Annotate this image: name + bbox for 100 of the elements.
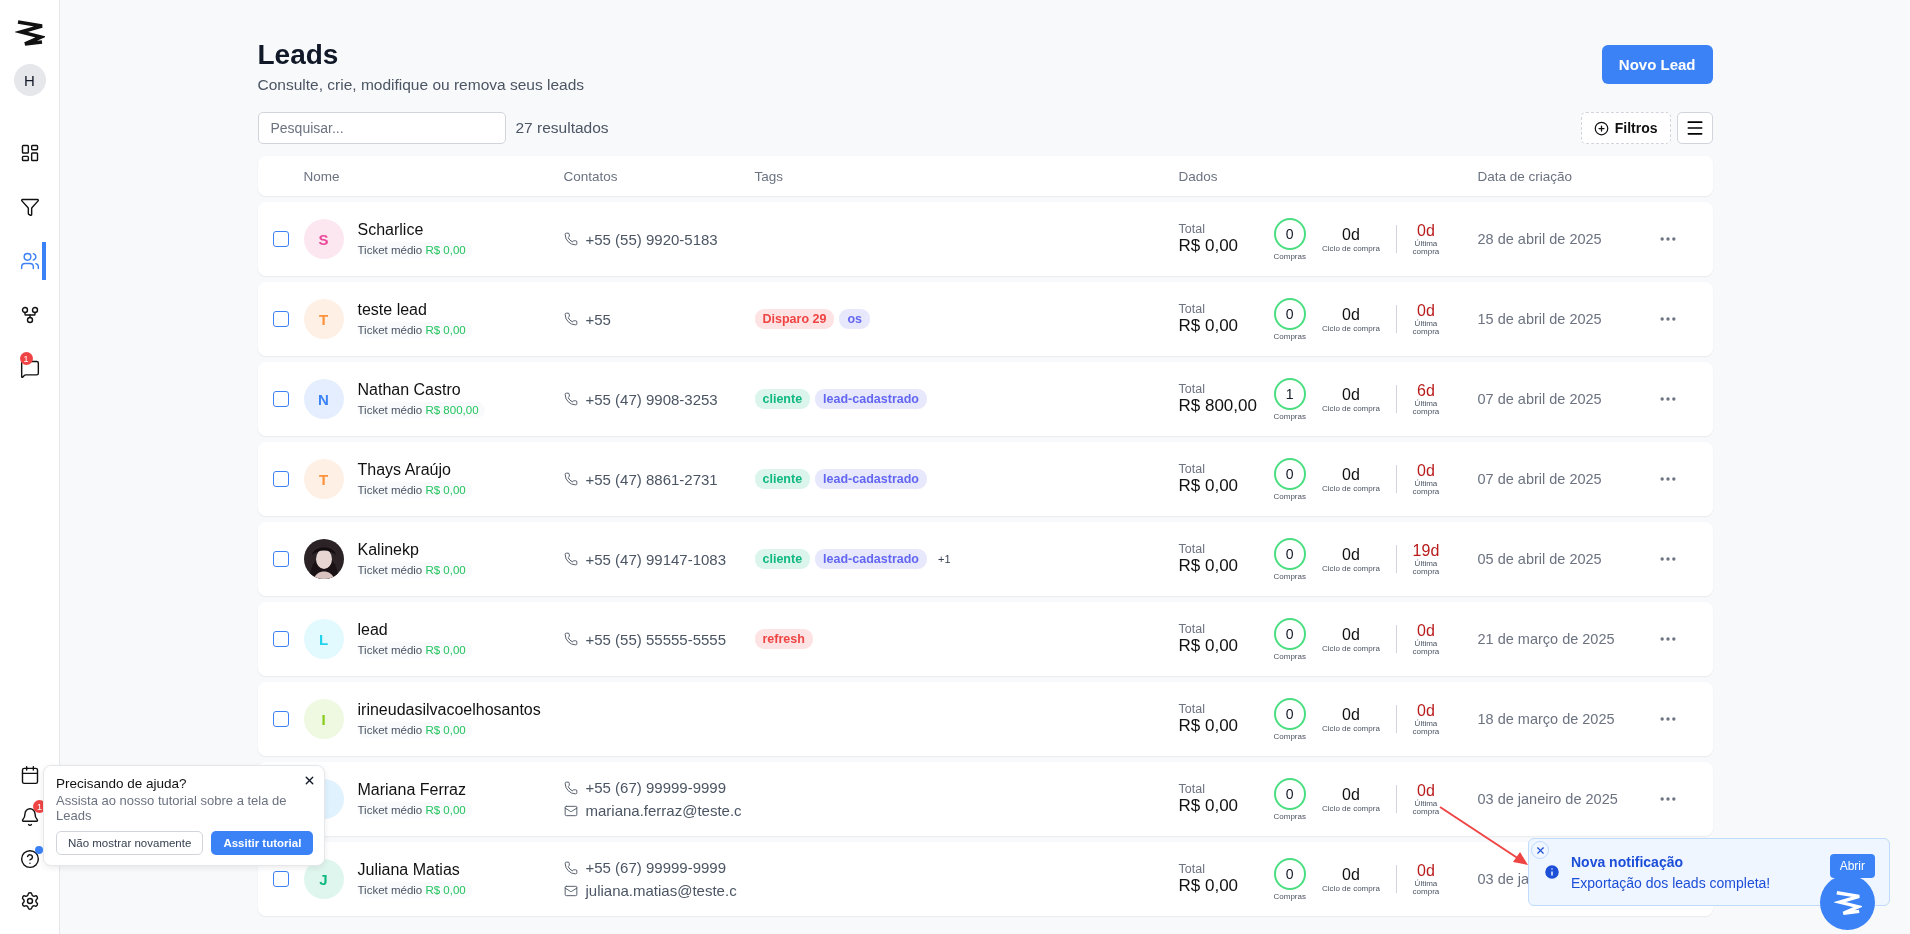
row-checkbox[interactable] bbox=[272, 711, 289, 727]
search-field[interactable]: Pesquisar... bbox=[257, 112, 506, 144]
total-value: R$ 0,00 bbox=[1178, 716, 1240, 736]
row-checkbox[interactable] bbox=[272, 551, 289, 567]
notification-badge: 1 bbox=[19, 352, 33, 365]
total-label: Total bbox=[1178, 622, 1206, 636]
phone-number: +55 (47) 9908-3253 bbox=[585, 390, 718, 408]
cycle-label: Ciclo de compra bbox=[1322, 563, 1380, 573]
cycle-value: 0d bbox=[1342, 465, 1360, 484]
row-checkbox[interactable] bbox=[272, 631, 289, 647]
filter-button[interactable]: Filtros bbox=[1580, 112, 1671, 144]
purchases-count: 0 bbox=[1273, 857, 1306, 890]
row-checkbox[interactable] bbox=[272, 311, 289, 327]
lead-row[interactable]: Kalinekp Ticket médio R$ 0,00 +55 (47) 99147-1083 cliente lead-cadastrado +1 Total R$ 0,00 0 Compras 0d Ciclo de compra 19d Última compra 05 de abril de 2025 bbox=[257, 522, 1713, 596]
cycle-label: Ciclo de compra bbox=[1322, 723, 1380, 733]
last-purchase-label: Última compra bbox=[1411, 720, 1441, 736]
lead-row[interactable]: S Scharlice Ticket médio R$ 0,00 +55 (55) 9920-5183 Total R$ 0,00 0 Compras 0d Ciclo de compra 0d Última compra 28 de abril de 2025 bbox=[257, 202, 1713, 276]
tag: lead-cadastrado bbox=[815, 469, 927, 489]
creation-date: 28 de abril de 2025 bbox=[1477, 231, 1602, 247]
purchases-label: Compras bbox=[1273, 811, 1306, 821]
lead-row[interactable]: T Thays Araújo Ticket médio R$ 0,00 +55 (47) 8861-2731 cliente lead-cadastrado Total R$ 0,00 0 Compras 0d Ciclo de compra 0d Última compra 07 de abril de 2025 bbox=[257, 442, 1713, 516]
creation-date: 18 de março de 2025 bbox=[1477, 711, 1615, 727]
last-purchase-label: Última compra bbox=[1411, 480, 1441, 496]
sidebar-item[interactable]: 1 bbox=[13, 350, 46, 388]
calendar-icon bbox=[19, 765, 40, 785]
lead-name: Thays Araújo bbox=[357, 460, 451, 479]
ticket-average: Ticket médio R$ 0,00 bbox=[357, 481, 472, 498]
column-header: Contatos bbox=[563, 168, 619, 184]
ticket-average: Ticket médio R$ 0,00 bbox=[357, 801, 472, 818]
purchases-count: 0 bbox=[1273, 457, 1306, 490]
phone-number: +55 (55) 9920-5183 bbox=[585, 230, 718, 248]
notification-title: Nova notificação bbox=[1571, 853, 1685, 870]
phone-number: +55 (47) 99147-1083 bbox=[585, 550, 727, 568]
last-purchase-label: Última compra bbox=[1411, 240, 1441, 256]
cycle-label: Ciclo de compra bbox=[1322, 803, 1380, 813]
lead-row[interactable]: L lead Ticket médio R$ 0,00 +55 (55) 55555-5555 refresh Total R$ 0,00 0 Compras 0d Ciclo de compra 0d Última compra 21 de março de 2025 bbox=[257, 602, 1713, 676]
total-value: R$ 0,00 bbox=[1178, 316, 1240, 336]
cycle-label: Ciclo de compra bbox=[1322, 323, 1380, 333]
watch-tutorial-button[interactable]: Assitir tutorial bbox=[211, 831, 314, 855]
lead-row[interactable]: I irineudasilvacoelhosantos Ticket médio R$ 0,00 Total R$ 0,00 0 Compras 0d Ciclo de compra 0d Última compra 18 de março de 2025 bbox=[257, 682, 1713, 756]
tag: refresh bbox=[754, 629, 813, 649]
lead-name: Juliana Matias bbox=[357, 860, 460, 879]
settings-icon bbox=[19, 891, 40, 911]
phone-number: +55 (47) 8861-2731 bbox=[585, 470, 718, 488]
logo-icon bbox=[1833, 888, 1862, 917]
cycle-value: 0d bbox=[1342, 865, 1360, 884]
phone-icon bbox=[563, 552, 578, 566]
last-purchase-value: 0d bbox=[1417, 862, 1435, 879]
open-button[interactable]: Abrir bbox=[1829, 854, 1875, 878]
page-subtitle: Consulte, crie, modifique ou remova seus leads bbox=[257, 76, 585, 94]
purchases-count: 0 bbox=[1273, 697, 1306, 730]
phone-icon bbox=[563, 232, 578, 246]
purchases-count: 0 bbox=[1273, 297, 1306, 330]
total-value: R$ 0,00 bbox=[1178, 876, 1240, 896]
row-checkbox[interactable] bbox=[272, 231, 289, 247]
row-checkbox[interactable] bbox=[272, 871, 289, 887]
creation-date: 03 de janeiro de 2025 bbox=[1477, 791, 1618, 807]
cycle-value: 0d bbox=[1342, 705, 1360, 724]
tag: lead-cadastrado bbox=[815, 549, 927, 569]
last-purchase-label: Última compra bbox=[1411, 880, 1441, 896]
close-icon[interactable] bbox=[303, 774, 316, 787]
purchases-label: Compras bbox=[1273, 251, 1306, 261]
column-header: Nome bbox=[303, 168, 341, 184]
purchases-label: Compras bbox=[1273, 571, 1306, 581]
last-purchase-value: 19d bbox=[1412, 542, 1440, 559]
cycle-label: Ciclo de compra bbox=[1322, 883, 1380, 893]
total-value: R$ 0,00 bbox=[1178, 476, 1240, 496]
close-icon[interactable] bbox=[1531, 841, 1549, 859]
mail-icon bbox=[563, 803, 578, 818]
user-avatar[interactable]: H bbox=[13, 64, 46, 96]
lead-row[interactable]: N Nathan Castro Ticket médio R$ 800,00 +55 (47) 9908-3253 cliente lead-cadastrado Total R$ 800,00 1 Compras 0d Ciclo de compra 6d Última compra 07 de abril de 2025 bbox=[257, 362, 1713, 436]
last-purchase-value: 0d bbox=[1417, 622, 1435, 639]
cycle-value: 0d bbox=[1342, 385, 1360, 404]
lead-name: teste lead bbox=[357, 300, 427, 319]
tag: cliente bbox=[754, 469, 811, 489]
dismiss-button[interactable]: Não mostrar novamente bbox=[56, 831, 204, 855]
more-tags-count[interactable]: +1 bbox=[932, 550, 957, 568]
lead-name: Scharlice bbox=[357, 220, 424, 239]
cycle-value: 0d bbox=[1342, 305, 1360, 324]
last-purchase-value: 0d bbox=[1417, 222, 1435, 239]
email-text: juliana.matias@teste.c bbox=[585, 882, 737, 899]
ticket-average: Ticket médio R$ 800,00 bbox=[357, 401, 485, 418]
lead-name: Mariana Ferraz bbox=[357, 780, 466, 799]
avatar: I bbox=[303, 699, 344, 739]
ticket-average: Ticket médio R$ 0,00 bbox=[357, 721, 472, 738]
total-value: R$ 0,00 bbox=[1178, 796, 1240, 816]
total-value: R$ 800,00 bbox=[1178, 396, 1258, 416]
row-checkbox[interactable] bbox=[272, 471, 289, 487]
column-header: Tags bbox=[754, 168, 785, 184]
total-label: Total bbox=[1178, 462, 1206, 476]
lead-row[interactable]: T teste lead Ticket médio R$ 0,00 +55 Disparo 29 os Total R$ 0,00 0 Compras 0d Ciclo de compra 0d Última compra 15 de abril de 2025 bbox=[257, 282, 1713, 356]
dashboard-icon bbox=[19, 143, 40, 163]
ticket-average: Ticket médio R$ 0,00 bbox=[357, 881, 472, 898]
menu-button[interactable] bbox=[1676, 112, 1713, 144]
last-purchase-value: 0d bbox=[1417, 702, 1435, 719]
ticket-average: Ticket médio R$ 0,00 bbox=[357, 321, 472, 338]
phone-number: +55 (55) 55555-5555 bbox=[585, 630, 727, 648]
row-checkbox[interactable] bbox=[272, 391, 289, 407]
page-title: Leads bbox=[257, 40, 340, 70]
new-lead-button[interactable]: Novo Lead bbox=[1601, 45, 1713, 84]
